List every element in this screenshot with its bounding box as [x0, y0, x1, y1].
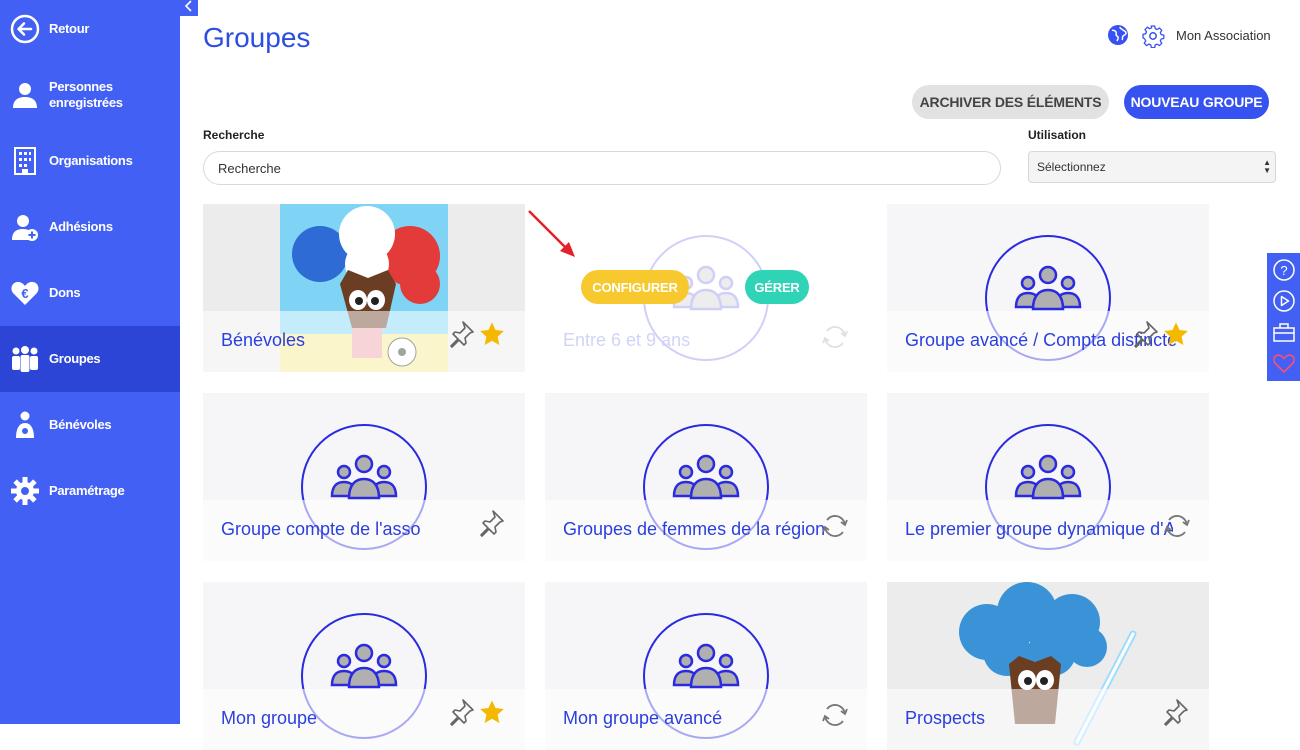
toolbox-icon[interactable]	[1272, 320, 1296, 344]
pin-icon[interactable]	[1130, 319, 1160, 354]
group-card-groupe-compte-asso[interactable]: Groupe compte de l'asso	[203, 393, 525, 561]
group-placeholder-icon	[329, 641, 399, 694]
group-placeholder-icon	[671, 452, 741, 505]
group-icon	[10, 344, 40, 374]
group-card-mon-groupe[interactable]: Mon groupe	[203, 582, 525, 750]
select-arrows-icon: ▲ ▼	[1263, 158, 1271, 175]
arrow-left-circle-icon	[10, 14, 40, 44]
annotation-arrow-icon	[525, 207, 585, 272]
usage-label: Utilisation	[1028, 128, 1087, 142]
configure-button[interactable]: CONFIGURER	[581, 270, 689, 304]
group-placeholder-icon	[329, 452, 399, 505]
heart-euro-icon: €	[10, 278, 40, 308]
pin-icon[interactable]	[1160, 697, 1190, 732]
sync-icon	[820, 511, 850, 546]
svg-text:€: €	[21, 286, 28, 301]
gear-icon	[10, 476, 40, 506]
sidebar-item-label: Dons	[49, 285, 81, 300]
new-group-button[interactable]: NOUVEAU GROUPE	[1124, 85, 1269, 119]
sidebar-item-personnes[interactable]: Personnes enregistrées	[0, 62, 180, 128]
sidebar-item-label: Retour	[49, 21, 90, 36]
group-title[interactable]: Prospects	[905, 708, 1173, 729]
group-placeholder-icon	[1013, 263, 1083, 316]
usage-select[interactable]: Sélectionnez ▲ ▼	[1028, 151, 1276, 183]
heart-icon[interactable]	[1272, 351, 1296, 375]
group-title[interactable]: Entre 6 et 9 ans	[563, 330, 831, 351]
star-icon[interactable]	[1162, 320, 1190, 353]
building-icon	[10, 146, 40, 176]
star-icon[interactable]	[478, 320, 506, 353]
sidebar-item-label: Groupes	[49, 351, 101, 366]
group-placeholder-icon	[1013, 452, 1083, 505]
group-title[interactable]: Le premier groupe dynamique d'A...	[905, 519, 1173, 540]
collapse-sidebar-button[interactable]	[180, 0, 198, 16]
usage-select-value: Sélectionnez	[1037, 160, 1106, 174]
sidebar-item-label: Bénévoles	[49, 417, 112, 432]
search-label: Recherche	[203, 128, 265, 142]
manage-button[interactable]: GÉRER	[745, 270, 809, 304]
pin-icon[interactable]	[476, 508, 506, 543]
sidebar-item-label: Adhésions	[49, 219, 113, 234]
help-toolbar: ?	[1267, 253, 1300, 381]
svg-text:?: ?	[1280, 263, 1287, 278]
sidebar-item-adhesions[interactable]: Adhésions	[0, 194, 180, 260]
group-card-entre-6-et-9-ans[interactable]: Entre 6 et 9 ans CONFIGURER GÉRER	[545, 204, 867, 372]
sidebar-item-benevoles[interactable]: Bénévoles	[0, 392, 180, 458]
sidebar-item-label: Paramétrage	[49, 483, 125, 498]
sidebar-item-dons[interactable]: € Dons	[0, 260, 180, 326]
archive-items-button[interactable]: ARCHIVER DES ÉLÉMENTS	[912, 85, 1109, 119]
group-card-benevoles[interactable]: Bénévoles	[203, 204, 525, 372]
person-icon	[10, 80, 40, 110]
page-title: Groupes	[203, 22, 311, 53]
play-video-icon[interactable]	[1272, 289, 1296, 313]
group-card-premier-groupe-dynamique[interactable]: Le premier groupe dynamique d'A...	[887, 393, 1209, 561]
group-placeholder-icon	[671, 641, 741, 694]
sync-icon	[820, 700, 850, 735]
help-icon[interactable]: ?	[1272, 258, 1296, 282]
volunteer-icon	[10, 410, 40, 440]
sidebar-item-groupes[interactable]: Groupes	[0, 326, 180, 392]
sidebar-item-retour[interactable]: Retour	[0, 0, 180, 58]
group-card-mon-groupe-avance[interactable]: Mon groupe avancé	[545, 582, 867, 750]
group-card-prospects[interactable]: Prospects	[887, 582, 1209, 750]
group-card-groupes-femmes[interactable]: Groupes de femmes de la région ...	[545, 393, 867, 561]
sidebar-item-label: Personnes enregistrées	[49, 79, 123, 110]
group-title[interactable]: Groupe compte de l'asso	[221, 519, 489, 540]
sync-icon	[1162, 511, 1192, 546]
group-title[interactable]: Groupes de femmes de la région ...	[563, 519, 831, 540]
chevron-left-icon	[184, 0, 194, 17]
person-add-icon	[10, 212, 40, 242]
sync-icon	[820, 322, 850, 357]
organization-name[interactable]: Mon Association	[1176, 28, 1271, 43]
search-input[interactable]: Recherche	[203, 151, 1001, 185]
sidebar-item-organisations[interactable]: Organisations	[0, 128, 180, 194]
group-card-groupe-avance-compta[interactable]: Groupe avancé / Compta distincte	[887, 204, 1209, 372]
sidebar-item-parametrage[interactable]: Paramétrage	[0, 458, 180, 524]
sidebar-item-label: Organisations	[49, 153, 133, 168]
pin-icon[interactable]	[446, 697, 476, 732]
settings-gear-icon[interactable]	[1141, 24, 1165, 53]
group-title[interactable]: Mon groupe avancé	[563, 708, 831, 729]
pin-icon[interactable]	[446, 319, 476, 354]
sidebar: Retour Personnes enregistrées Organisati…	[0, 0, 180, 724]
star-icon[interactable]	[478, 698, 506, 731]
globe-icon[interactable]	[1107, 24, 1129, 51]
